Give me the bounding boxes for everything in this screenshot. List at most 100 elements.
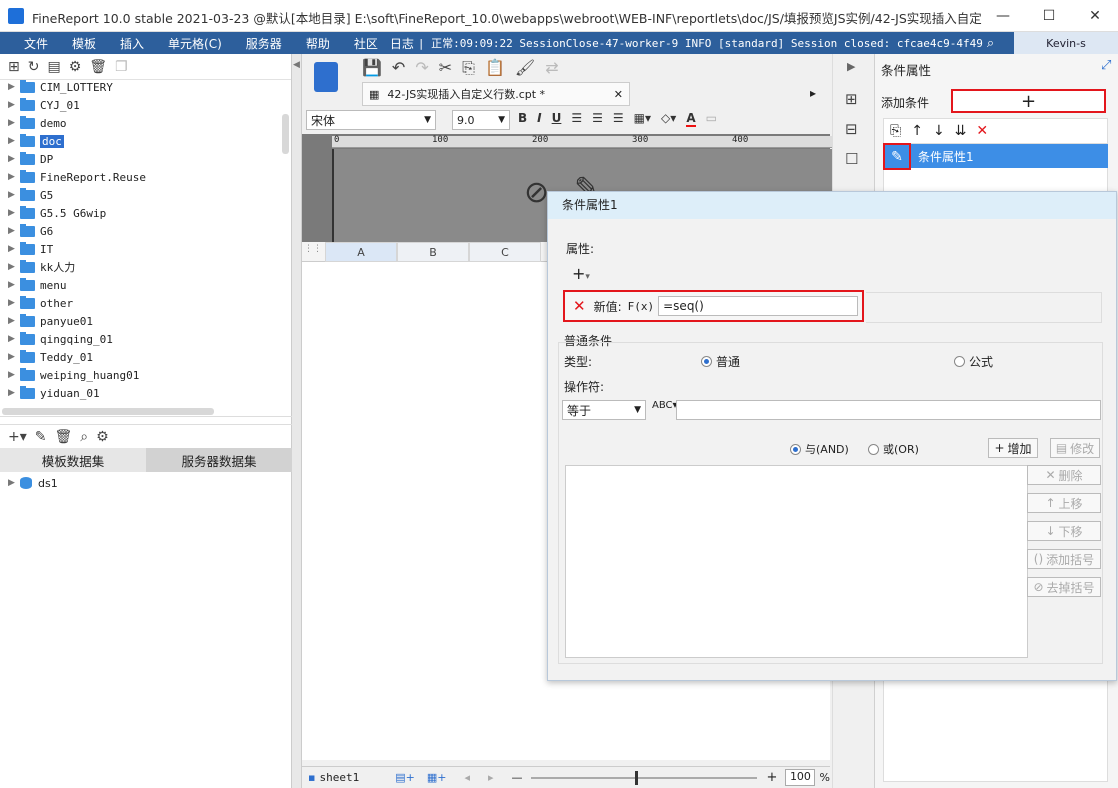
copy-icon[interactable]: ❐ <box>115 59 128 75</box>
copy-icon[interactable]: ⎘ <box>462 58 475 78</box>
menu-insert[interactable]: 插入 <box>108 35 156 52</box>
undo-icon[interactable]: ↶ <box>392 58 405 78</box>
move-up-icon[interactable]: ↑ <box>911 123 923 139</box>
delete-icon[interactable]: 🗑 <box>89 59 107 75</box>
tree-item[interactable]: ▶ kk人力 <box>0 258 75 276</box>
tree-item[interactable]: ▶ panyue01 <box>0 312 93 330</box>
expand-icon[interactable]: ▶ <box>8 388 20 398</box>
expand-icon[interactable]: ▶ <box>8 136 20 146</box>
or-radio[interactable]: 或(OR) <box>868 441 919 457</box>
cell-attr-icon[interactable]: ⊞ <box>845 90 858 108</box>
underline-icon[interactable]: U <box>552 111 562 127</box>
expand-icon[interactable]: ▶ <box>8 190 20 200</box>
new-folder-icon[interactable]: ⊞ <box>8 59 20 75</box>
close-button[interactable]: ✕ <box>1072 0 1118 32</box>
bold-icon[interactable]: B <box>518 111 527 127</box>
edit-dataset-icon[interactable]: ✎ <box>35 429 47 445</box>
add-dataset-icon[interactable]: +▾ <box>8 429 27 445</box>
delete-dataset-icon[interactable]: 🗑 <box>55 429 73 445</box>
select-all-icon[interactable]: ⋮⋮ <box>304 244 322 254</box>
open-icon[interactable]: ▤ <box>47 59 60 75</box>
align-left-icon[interactable]: ☰ <box>571 111 582 127</box>
delete-icon[interactable]: ✕ <box>976 123 988 139</box>
zoom-input[interactable]: 100 <box>785 769 816 786</box>
zoom-slider-handle[interactable] <box>634 770 638 785</box>
maximize-button[interactable]: ☐ <box>1026 0 1072 32</box>
tree-item[interactable]: ▶ qingqing_01 <box>0 330 113 348</box>
tree-item[interactable]: ▶ CIM_LOTTERY <box>0 78 113 96</box>
tree-item[interactable]: ▶ menu <box>0 276 67 294</box>
tree-item[interactable]: ▶ FineReport.Reuse <box>0 168 146 186</box>
dataset-item[interactable]: ▶ ds1 <box>0 474 58 492</box>
menu-file[interactable]: 文件 <box>0 35 60 52</box>
expand-icon[interactable]: ▶ <box>8 244 20 254</box>
condition-list-box[interactable] <box>565 465 1028 658</box>
menu-server[interactable]: 服务器 <box>234 35 294 52</box>
expand-icon[interactable]: ▶ <box>8 262 20 272</box>
type-normal-radio[interactable]: 普通 <box>701 353 740 370</box>
tree-item[interactable]: ▶ DP <box>0 150 53 168</box>
expand-icon[interactable]: ▶ <box>8 316 20 326</box>
tab-menu-icon[interactable]: ▸ <box>810 86 816 100</box>
menu-help[interactable]: 帮助 <box>294 35 342 52</box>
minimize-button[interactable]: — <box>980 0 1026 32</box>
and-radio[interactable]: 与(AND) <box>790 441 849 457</box>
border-icon[interactable]: ▦▾ <box>634 111 651 127</box>
tree-item[interactable]: ▶ Teddy_01 <box>0 348 93 366</box>
add-condition-button[interactable]: + <box>951 89 1106 113</box>
tree-item[interactable]: ▶ G5.5 G6wip <box>0 204 106 222</box>
edit-pencil-icon[interactable]: ✎ <box>883 143 911 170</box>
refresh-icon[interactable]: ↻ <box>28 59 40 75</box>
expand-icon[interactable]: ▶ <box>8 370 20 380</box>
condition-icon[interactable]: ⊟ <box>845 120 858 138</box>
zoom-slider[interactable] <box>530 770 757 785</box>
merge-icon[interactable]: ▭ <box>706 111 717 127</box>
expand-icon[interactable]: ▶ <box>8 154 20 164</box>
tree-item[interactable]: ▶ IT <box>0 240 53 258</box>
font-family-select[interactable]: 宋体 ▼ <box>306 110 436 130</box>
tree-item[interactable]: ▶ G6 <box>0 222 53 240</box>
align-center-icon[interactable]: ☰ <box>592 111 603 127</box>
tree-item[interactable]: ▶ demo <box>0 114 67 132</box>
user-name[interactable]: Kevin-s <box>1014 32 1118 54</box>
modify-button[interactable]: ▤ 修改 <box>1050 438 1100 458</box>
value-type-icon[interactable]: ABC▾ <box>652 400 678 411</box>
design-mode-icon[interactable] <box>314 62 338 92</box>
expand-icon[interactable]: ▶ <box>8 172 20 182</box>
expand-icon[interactable]: ▶ <box>8 100 20 110</box>
switch-icon[interactable]: ⇄ <box>545 58 558 78</box>
add-attr-button[interactable]: +▾ <box>572 264 590 283</box>
expand-icon[interactable]: ▶ <box>8 226 20 236</box>
menu-log[interactable]: 日志 <box>390 35 418 52</box>
preview-dataset-icon[interactable]: ⌕ <box>80 429 88 445</box>
zoom-out-icon[interactable]: — <box>512 771 523 784</box>
move-up-button[interactable]: ↑ 上移 <box>1027 493 1101 513</box>
italic-icon[interactable]: I <box>537 111 541 127</box>
menu-community[interactable]: 社区 <box>342 35 390 52</box>
tree-item[interactable]: ▶ CYJ_01 <box>0 96 80 114</box>
file-tab[interactable]: ▦ 42-JS实现插入自定义行数.cpt * ✕ <box>362 82 630 106</box>
move-down-button[interactable]: ↓ 下移 <box>1027 521 1101 541</box>
tree-item[interactable]: ▶ G5 <box>0 186 53 204</box>
zoom-in-icon[interactable]: + <box>767 770 778 785</box>
move-bottom-icon[interactable]: ⇊ <box>955 123 967 139</box>
tab-server-dataset[interactable]: 服务器数据集 <box>146 448 292 472</box>
pin-icon[interactable]: ⤢ <box>1101 58 1111 73</box>
operator-value-input[interactable] <box>676 400 1101 420</box>
settings-icon[interactable]: ⚙ <box>69 59 82 75</box>
font-color-icon[interactable]: A <box>686 111 696 127</box>
expand-icon[interactable]: ▶ <box>8 334 20 344</box>
tab-template-dataset[interactable]: 模板数据集 <box>0 448 146 472</box>
add-bracket-button[interactable]: () 添加括号 <box>1027 549 1101 569</box>
cut-icon[interactable]: ✂ <box>439 58 452 78</box>
operator-select[interactable]: 等于 ▼ <box>562 400 646 420</box>
dataset-settings-icon[interactable]: ⚙ <box>96 429 109 445</box>
tree-item[interactable]: ▶ yiduan_01 <box>0 384 100 402</box>
sheet-tab[interactable]: sheet1 <box>319 771 359 784</box>
remove-bracket-button[interactable]: ⊘ 去掉括号 <box>1027 577 1101 597</box>
collapse-right-icon[interactable]: ▶ <box>847 60 855 73</box>
tree-vscrollbar[interactable] <box>282 114 289 154</box>
type-formula-radio[interactable]: 公式 <box>954 353 993 370</box>
add-button[interactable]: + 增加 <box>988 438 1038 458</box>
search-icon[interactable]: ⌕ <box>987 36 994 51</box>
